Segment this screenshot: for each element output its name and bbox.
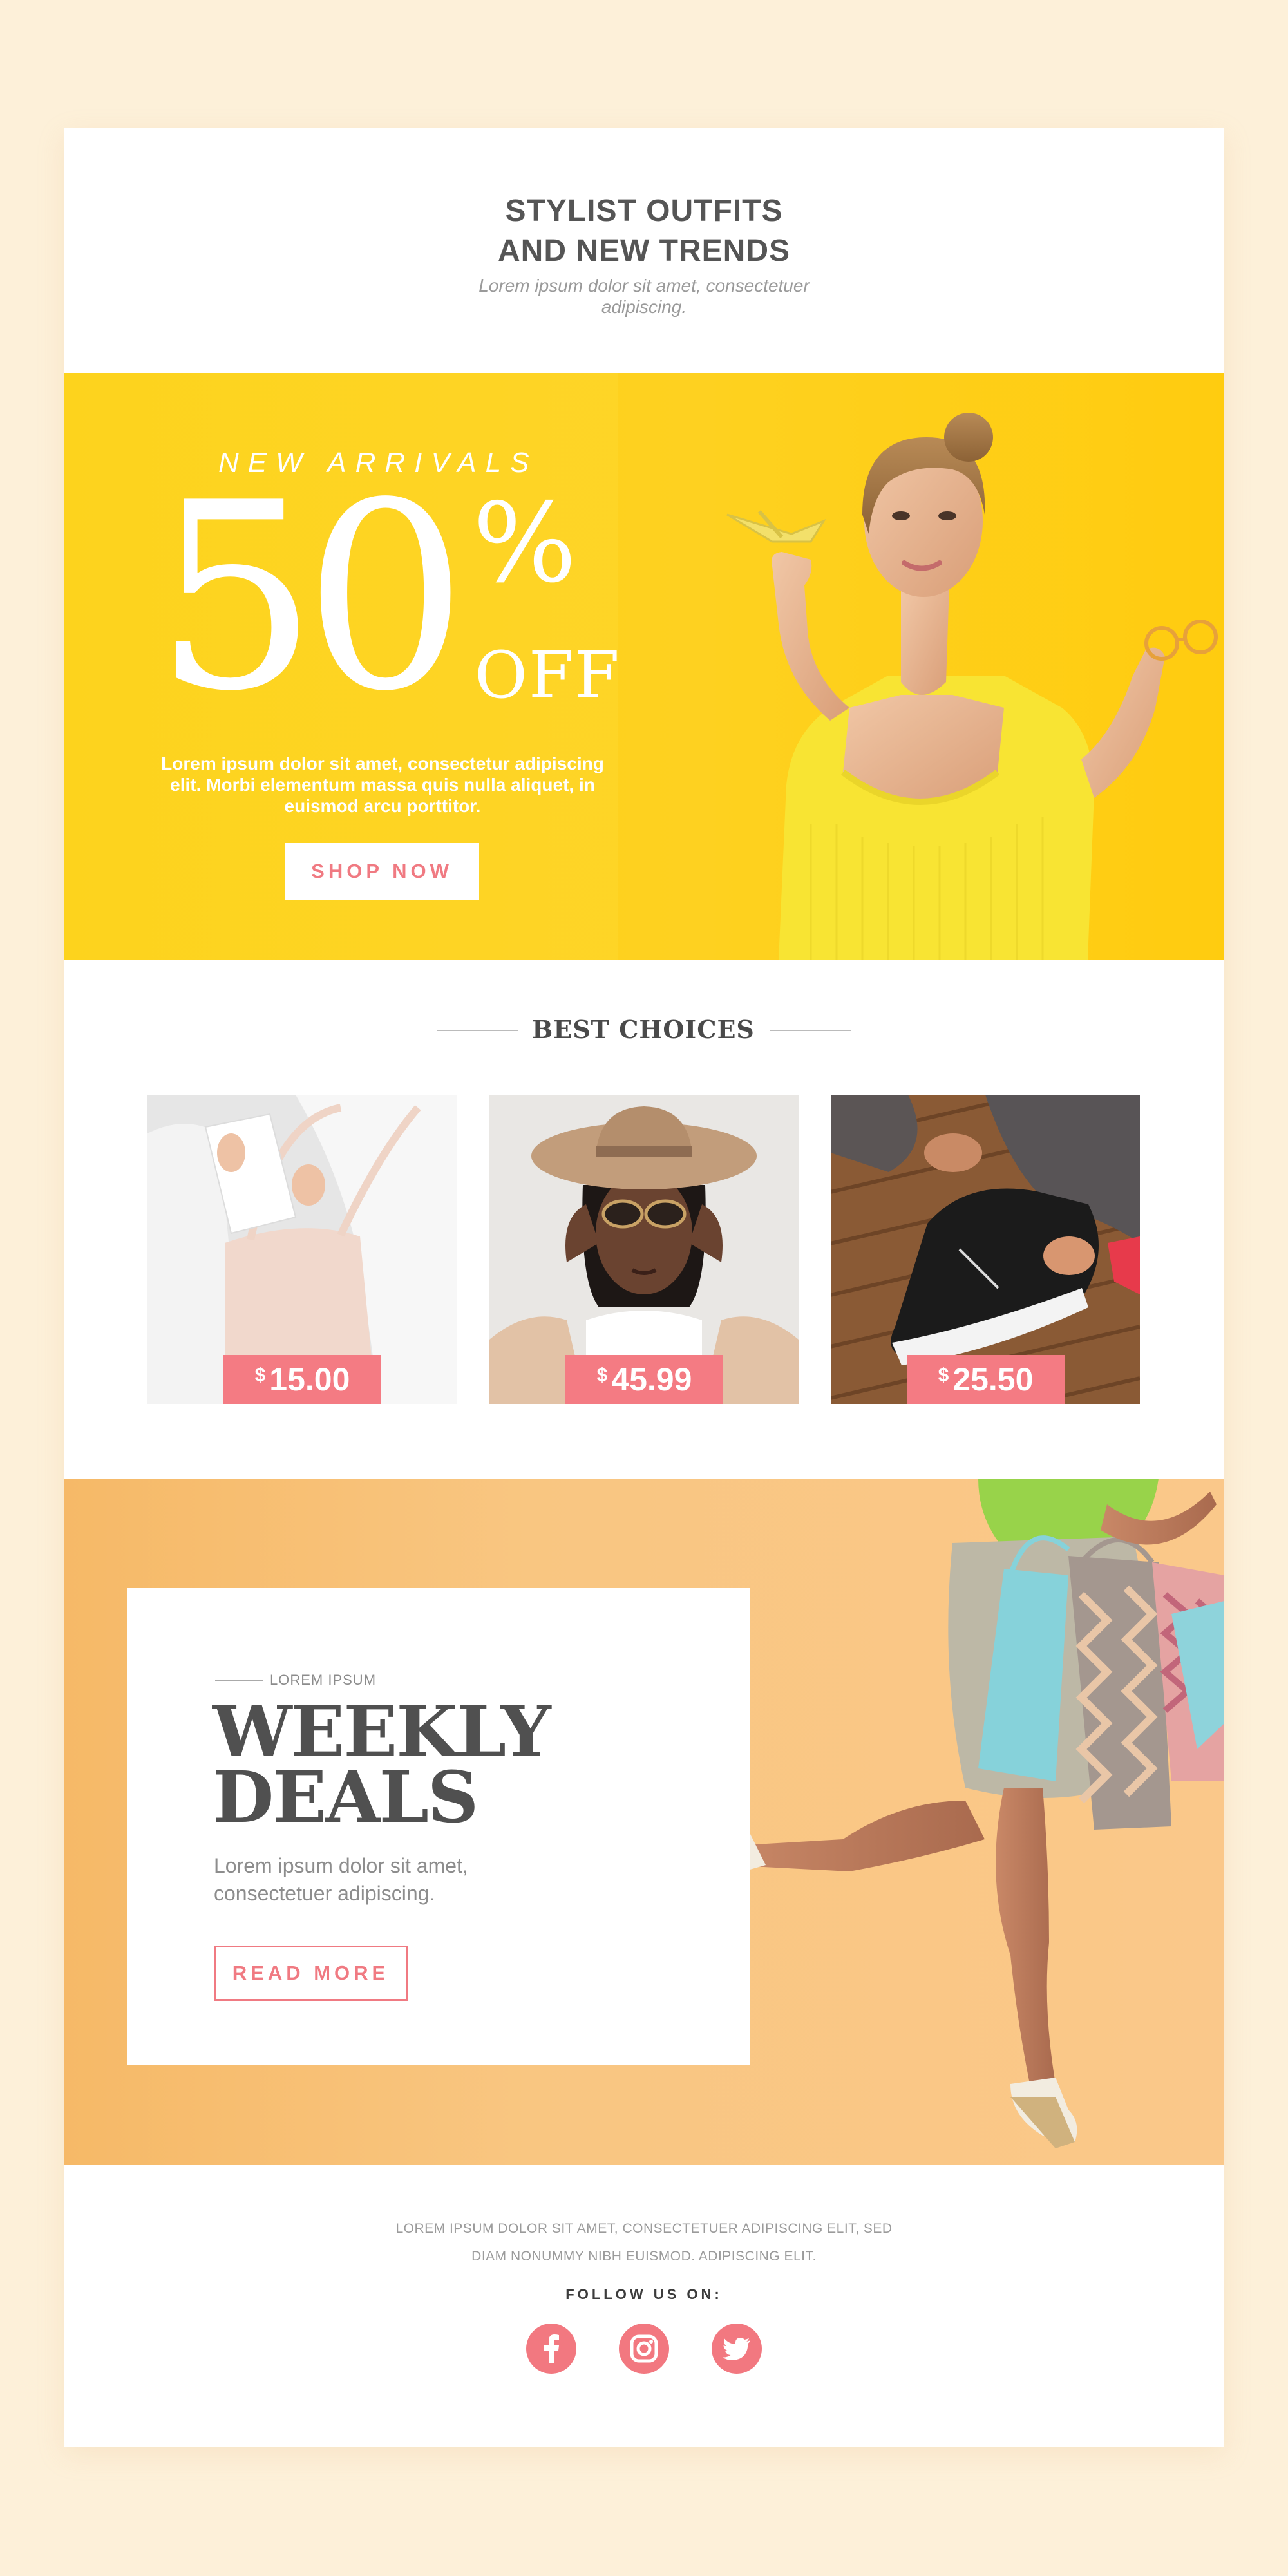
page-subtitle-line2: adipiscing. [601,297,687,317]
facebook-glyph [544,2334,559,2363]
price-currency: $ [254,1365,266,1386]
page-subtitle: Lorem ipsum dolor sit amet, consectetuer… [64,275,1224,317]
weekly-deals-title: WEEKLY DEALS [213,1690,663,1839]
hero-description-line3: euismod arcu porttitor. [284,796,481,816]
hero-off-label: OFF [475,638,621,713]
best-choices-title: BEST CHOICES [532,1015,755,1044]
product-card-tote-bag[interactable]: $15.00 [147,1095,457,1404]
price-currency: $ [596,1365,608,1386]
footer-text-line1: LOREM IPSUM DOLOR SIT AMET, CONSECTETUER… [395,2221,893,2236]
hero-banner: NEW ARRIVALS 50 % OFF Lorem ipsum dolor … [64,373,1224,960]
hero-description-line2: elit. Morbi elementum massa quis nulla a… [170,775,595,795]
instagram-icon[interactable] [619,2324,669,2374]
price-value: 25.50 [952,1361,1034,1397]
heading-divider-left [437,1030,518,1031]
product-card-sneakers[interactable]: $25.50 [831,1095,1140,1404]
hero-model-image [618,373,1224,960]
shopper-image [708,1479,1224,2148]
facebook-icon[interactable] [526,2324,576,2374]
instagram-glyph [630,2334,658,2363]
footer-text-line2: DIAM NONUMMY NIBH EUISMOD. ADIPISCING EL… [471,2249,817,2264]
hero-percent-sign: % [473,480,577,607]
price-currency: $ [938,1365,949,1386]
hero-description-line1: Lorem ipsum dolor sit amet, consectetur … [161,753,604,773]
kicker-divider [215,1680,263,1681]
price-value: 45.99 [611,1361,692,1397]
weekly-deals-section: LOREM IPSUM WEEKLY DEALS Lorem ipsum dol… [64,1479,1224,2165]
page-title-line2: AND NEW TRENDS [498,234,790,268]
follow-us-label: FOLLOW US ON: [565,2286,723,2302]
heading-divider-right [770,1030,851,1031]
price-tag: $45.99 [565,1355,723,1404]
header: STYLIST OUTFITS AND NEW TRENDS Lorem ips… [64,128,1224,373]
weekly-title-line2: DEALS [213,1756,478,1839]
email-card: STYLIST OUTFITS AND NEW TRENDS Lorem ips… [64,128,1224,2447]
page-title: STYLIST OUTFITS AND NEW TRENDS [64,191,1224,271]
footer-text: LOREM IPSUM DOLOR SIT AMET, CONSECTETUER… [64,2215,1224,2270]
best-choices-heading: BEST CHOICES [64,1010,1224,1049]
price-tag: $25.50 [907,1355,1065,1404]
weekly-kicker: LOREM IPSUM [270,1672,377,1688]
weekly-title-line1: WEEKLY [213,1690,551,1773]
twitter-glyph [723,2337,750,2360]
weekly-description-line1: Lorem ipsum dolor sit amet, [214,1854,468,1877]
weekly-description-line2: consectetuer adipiscing. [214,1882,435,1905]
hero-description: Lorem ipsum dolor sit amet, consectetur … [135,753,630,817]
page-subtitle-line1: Lorem ipsum dolor sit amet, consectetuer [478,276,810,296]
product-card-sun-hat[interactable]: $45.99 [489,1095,799,1404]
hero-discount-number: 50 [154,448,468,748]
weekly-deals-box: LOREM IPSUM WEEKLY DEALS Lorem ipsum dol… [127,1588,750,2065]
footer: LOREM IPSUM DOLOR SIT AMET, CONSECTETUER… [64,2165,1224,2447]
shop-now-button[interactable]: SHOP NOW [285,843,479,900]
twitter-icon[interactable] [712,2324,762,2374]
page-title-line1: STYLIST OUTFITS [505,194,783,228]
weekly-description: Lorem ipsum dolor sit amet, consectetuer… [214,1852,600,1908]
read-more-button[interactable]: READ MORE [214,1946,408,2001]
price-value: 15.00 [269,1361,350,1397]
price-tag: $15.00 [223,1355,381,1404]
